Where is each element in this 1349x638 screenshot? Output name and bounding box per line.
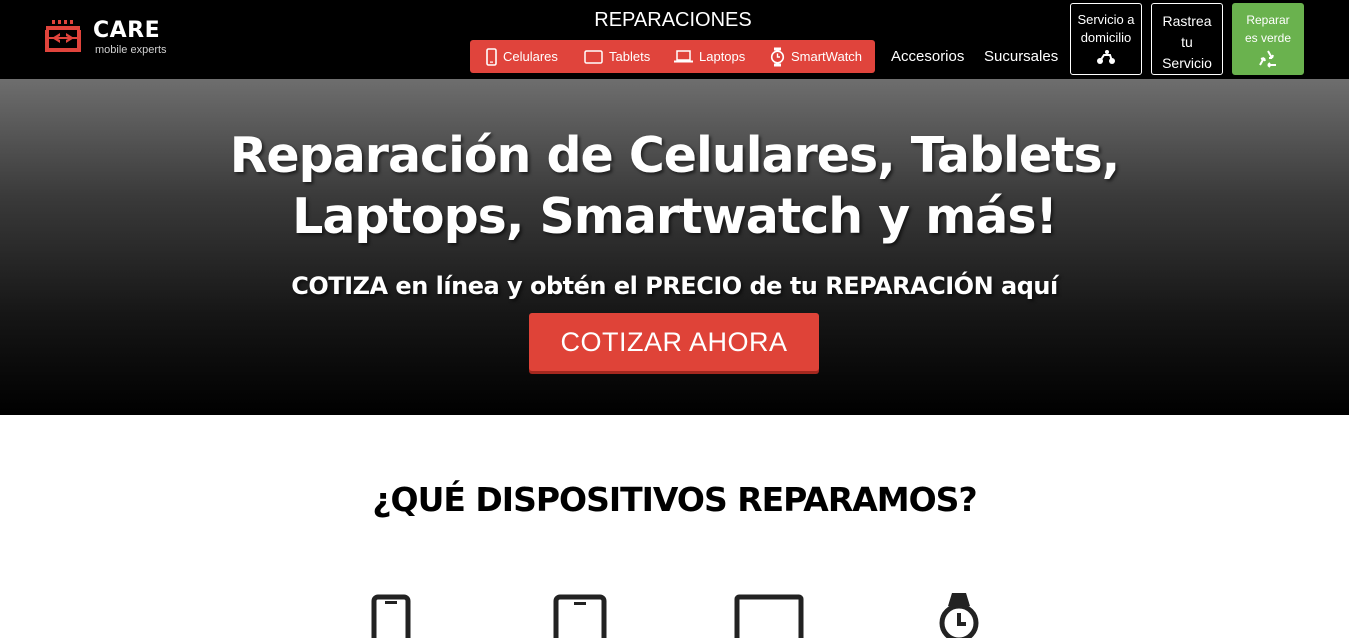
hero-section: Reparación de Celulares, Tablets, Laptop… <box>0 79 1349 415</box>
track-service-button[interactable]: Rastrea tu Servicio <box>1151 3 1223 75</box>
home-service-label-line1: Servicio a <box>1077 12 1135 27</box>
home-service-button[interactable]: Servicio a domicilio <box>1070 3 1142 75</box>
phone-icon <box>486 47 497 66</box>
repair-item-smartwatch[interactable]: SmartWatch <box>770 40 862 73</box>
laptop-icon <box>734 594 804 638</box>
care-logo-icon <box>45 20 81 52</box>
brand-tagline: mobile experts <box>95 44 167 56</box>
green-repair-button[interactable]: Reparar es verde <box>1232 3 1304 75</box>
device-tablet[interactable] <box>553 590 607 638</box>
laptop-icon <box>674 50 693 63</box>
hero-title-line2: Laptops, Smartwatch y más! <box>292 188 1058 245</box>
nav-accesorios[interactable]: Accesorios <box>891 47 964 67</box>
repair-item-label: Tablets <box>609 49 651 64</box>
repair-item-label: SmartWatch <box>791 49 863 64</box>
hero-subtitle: COTIZA en línea y obtén el PRECIO de tu … <box>291 272 1058 300</box>
brand-name: CARE <box>93 18 161 43</box>
repair-item-laptops[interactable]: Laptops <box>674 40 745 73</box>
home-service-label-line2: domicilio <box>1080 30 1132 45</box>
hero-title: Reparación de Celulares, Tablets, Laptop… <box>0 125 1349 247</box>
device-phone[interactable] <box>371 590 411 638</box>
tablet-icon <box>553 594 607 638</box>
track-label-line3: Servicio <box>1162 55 1212 71</box>
reparaciones-menu-title[interactable]: REPARACIONES <box>560 8 786 32</box>
tablet-icon <box>584 49 603 64</box>
phone-icon <box>371 594 411 638</box>
site-header: CARE mobile experts REPARACIONES Celular… <box>0 0 1349 79</box>
nav-sucursales[interactable]: Sucursales <box>984 47 1058 67</box>
device-laptop[interactable] <box>733 590 805 638</box>
repair-item-tablets[interactable]: Tablets <box>584 40 650 73</box>
repair-categories-bar: Celulares Tablets Laptops SmartWatch <box>470 40 875 73</box>
green-label-line1: Reparar <box>1246 13 1290 27</box>
green-label-line2: es verde <box>1244 31 1292 45</box>
devices-heading: ¿QUÉ DISPOSITIVOS REPARAMOS? <box>372 480 977 519</box>
repair-item-label: Celulares <box>503 49 558 64</box>
smartwatch-icon <box>770 47 785 67</box>
track-label-line1: Rastrea <box>1162 13 1212 29</box>
repair-item-celulares[interactable]: Celulares <box>486 40 558 73</box>
repair-item-label: Laptops <box>699 49 746 64</box>
track-label-line2: tu <box>1181 34 1193 50</box>
scooter-icon <box>1095 49 1117 68</box>
hero-title-line1: Reparación de Celulares, Tablets, <box>229 127 1121 184</box>
cotizar-ahora-button[interactable]: COTIZAR AHORA <box>529 313 819 371</box>
smartwatch-icon <box>939 593 979 638</box>
recycle-icon <box>1257 49 1279 72</box>
device-smartwatch[interactable] <box>935 590 983 638</box>
brand-logo[interactable]: CARE mobile experts <box>43 18 178 58</box>
